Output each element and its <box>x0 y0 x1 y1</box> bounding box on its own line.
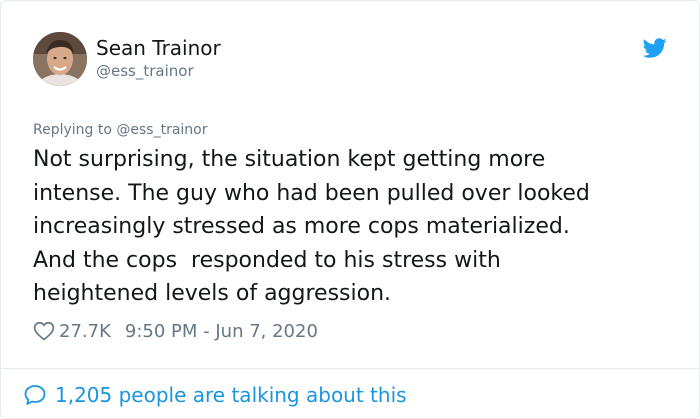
twitter-bird-icon[interactable] <box>643 36 667 60</box>
author-name[interactable]: Sean Trainor <box>96 36 221 60</box>
conversation-link[interactable]: 1,205 people are talking about this <box>23 381 407 409</box>
tweet-card: Sean Trainor @ess_trainor Replying to @e… <box>0 0 700 419</box>
author-handle[interactable]: @ess_trainor <box>96 62 194 80</box>
tweet-timestamp[interactable]: 9:50 PM - Jun 7, 2020 <box>125 321 318 342</box>
avatar-image <box>33 32 87 86</box>
speech-bubble-icon <box>24 385 46 405</box>
conversation-count-text[interactable]: 1,205 people are talking about this <box>55 383 407 407</box>
tweet-text: Not surprising, the situation kept getti… <box>33 147 590 306</box>
divider <box>1 368 699 369</box>
heart-icon[interactable] <box>33 320 55 342</box>
like-count[interactable]: 27.7K <box>59 321 111 342</box>
avatar[interactable] <box>33 32 87 86</box>
tweet-header: Sean Trainor @ess_trainor <box>33 32 679 88</box>
tweet-meta: 27.7K 9:50 PM - Jun 7, 2020 <box>33 318 318 344</box>
replying-to[interactable]: Replying to @ess_trainor <box>33 121 208 139</box>
